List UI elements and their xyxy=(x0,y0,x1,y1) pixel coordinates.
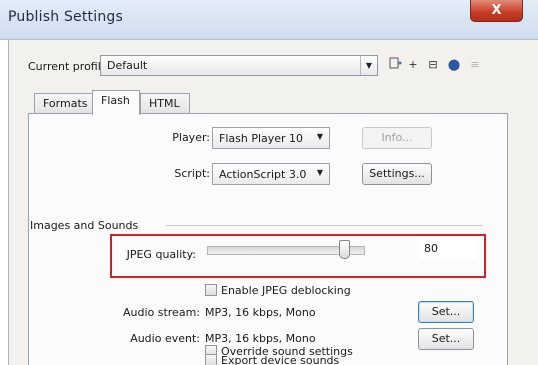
window-title-bar: Publish Settings X xyxy=(0,0,538,40)
script-value: ActionScript 3.0 xyxy=(219,168,307,181)
info-button[interactable]: Info... xyxy=(362,127,432,149)
checkbox-box xyxy=(205,284,217,296)
audio-event-set-button[interactable]: Set... xyxy=(418,328,474,350)
close-button[interactable]: X xyxy=(470,0,523,22)
audio-event-label: Audio event: xyxy=(130,332,200,345)
tab-flash[interactable]: Flash xyxy=(92,90,140,115)
current-profile-label: Current profile: xyxy=(28,60,112,73)
audio-stream-set-button[interactable]: Set... xyxy=(418,301,474,323)
tab-html[interactable]: HTML xyxy=(140,93,190,114)
script-label: Script: xyxy=(174,167,210,180)
import-export-profile-icon[interactable] xyxy=(386,56,404,75)
enable-jpeg-deblocking-checkbox[interactable]: Enable JPEG deblocking xyxy=(205,284,351,298)
jpeg-quality-slider-handle[interactable] xyxy=(339,240,351,259)
script-settings-button[interactable]: Settings... xyxy=(362,163,432,185)
window-title: Publish Settings xyxy=(8,9,123,25)
script-dropdown[interactable]: ActionScript 3.0 ▼ xyxy=(212,163,330,185)
audio-stream-value: MP3, 16 kbps, Mono xyxy=(205,306,316,319)
close-icon: X xyxy=(491,3,502,18)
jpeg-quality-label: JPEG quality: xyxy=(126,248,196,261)
tab-formats[interactable]: Formats xyxy=(34,93,94,114)
player-label: Player: xyxy=(172,131,210,144)
chevron-down-icon: ▼ xyxy=(316,168,323,177)
images-and-sounds-group-title: Images and Sounds xyxy=(30,219,139,232)
export-device-sounds-checkbox[interactable]: Export device sounds xyxy=(205,354,339,365)
jpeg-quality-input[interactable]: 80 xyxy=(420,239,476,259)
chevron-down-icon: ▼ xyxy=(316,132,323,141)
current-profile-dropdown[interactable]: Default ▼ xyxy=(100,55,378,76)
player-dropdown[interactable]: Flash Player 10 ▼ xyxy=(212,127,330,149)
chevron-down-icon: ▼ xyxy=(360,56,377,75)
player-value: Flash Player 10 xyxy=(219,132,304,145)
export-device-sounds-label: Export device sounds xyxy=(221,354,340,365)
audio-event-value: MP3, 16 kbps, Mono xyxy=(205,332,316,345)
delete-profile-icon[interactable]: ≡ xyxy=(466,56,484,75)
profile-settings-icon[interactable]: ⬤ xyxy=(445,56,463,75)
current-profile-value: Default xyxy=(107,59,148,72)
checkbox-box xyxy=(205,354,217,365)
group-divider xyxy=(166,225,482,226)
add-profile-icon[interactable]: + xyxy=(404,56,422,75)
duplicate-profile-icon[interactable]: ⊟ xyxy=(424,56,442,75)
audio-stream-label: Audio stream: xyxy=(122,306,200,319)
enable-jpeg-deblocking-label: Enable JPEG deblocking xyxy=(221,284,351,297)
